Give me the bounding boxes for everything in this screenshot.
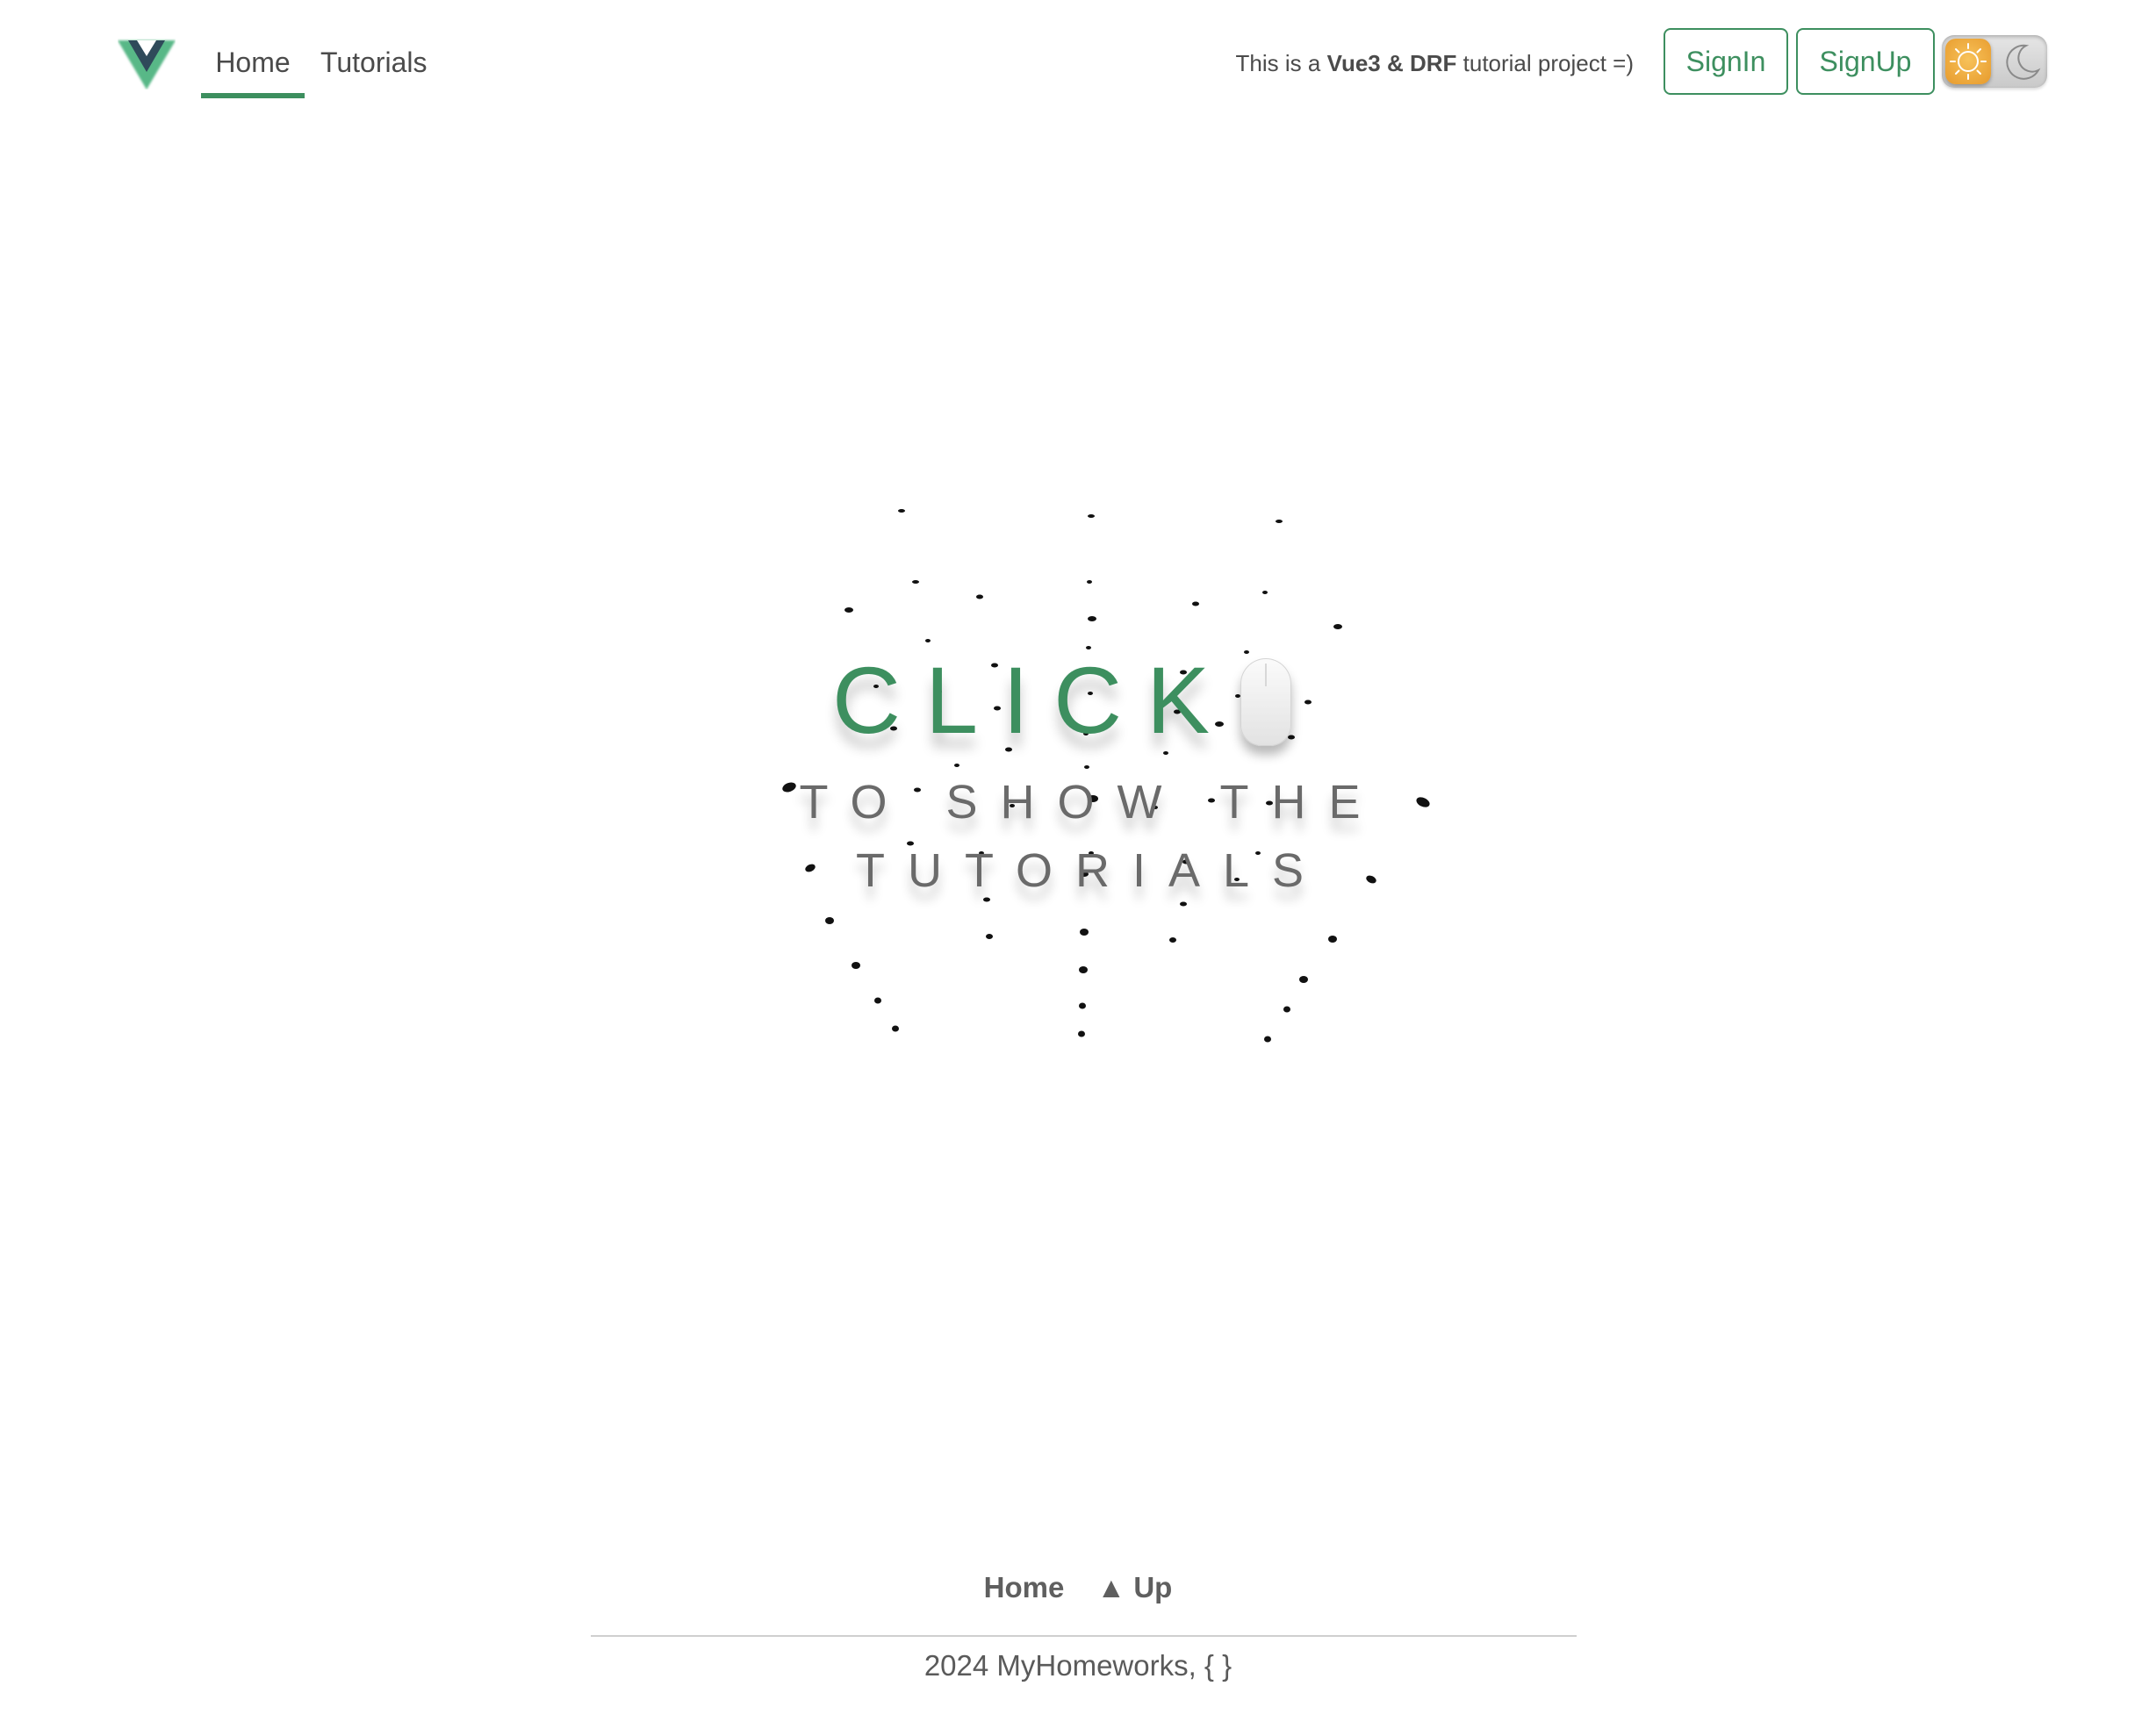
hero-click-area[interactable]: CLICK TO SHOW THE TUTORIALS: [702, 491, 1457, 1071]
footer-home-link[interactable]: Home: [984, 1571, 1065, 1603]
click-text: CLICK: [832, 647, 1235, 753]
hero-subtitle-line-1: TO SHOW THE: [799, 776, 1383, 829]
mouse-icon: [1240, 658, 1291, 746]
tagline: This is a Vue3 & DRF tutorial project =): [1236, 46, 1634, 81]
nav-tutorials[interactable]: Tutorials: [306, 42, 443, 98]
vue-logo[interactable]: [118, 39, 176, 90]
footer-up-link[interactable]: ▲ Up: [1097, 1571, 1173, 1603]
sun-icon: [1945, 39, 1991, 84]
nav-home[interactable]: Home: [201, 42, 305, 98]
hero-subtitle-line-2: TUTORIALS: [855, 844, 1327, 897]
tagline-suffix: tutorial project =): [1456, 50, 1634, 76]
moon-icon: [1998, 39, 2044, 84]
signup-button[interactable]: SignUp: [1796, 28, 1935, 95]
footer-nav: Home ▲ Up: [0, 1571, 2156, 1604]
footer-divider: [591, 1635, 1577, 1637]
copyright: 2024 MyHomeworks, { }: [923, 1649, 1233, 1682]
theme-toggle[interactable]: [1942, 35, 2047, 88]
tagline-prefix: This is a: [1235, 50, 1327, 76]
tagline-highlight: Vue3 & DRF: [1326, 50, 1457, 76]
signin-button[interactable]: SignIn: [1664, 28, 1788, 95]
